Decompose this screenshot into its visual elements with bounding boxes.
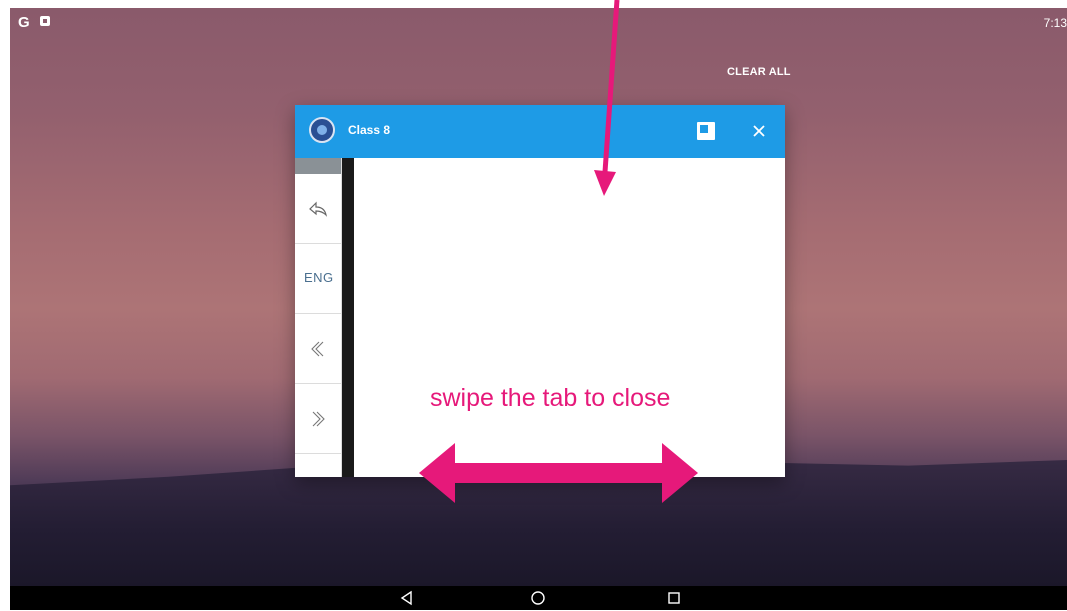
status-time: 7:13: [1043, 16, 1067, 30]
chevron-right-icon: [312, 411, 325, 427]
language-label: ENG: [304, 270, 334, 285]
close-icon: [753, 125, 765, 137]
recents-icon: [668, 592, 680, 604]
recents-button[interactable]: [666, 590, 682, 606]
recent-app-card[interactable]: Class 8 ENG: [295, 105, 785, 477]
sidebar-top-bar: [295, 158, 341, 174]
reply-button[interactable]: [295, 174, 341, 244]
app-sidebar: ENG: [295, 158, 342, 477]
close-app-button[interactable]: [747, 119, 771, 143]
next-button[interactable]: [295, 384, 341, 454]
app-content-area: [354, 158, 785, 477]
home-button[interactable]: [530, 590, 546, 606]
app-title: Class 8: [348, 123, 391, 137]
status-bar: G 7:13: [10, 8, 1067, 34]
app-logo-icon: [309, 117, 335, 143]
swipe-instruction-text: swipe the tab to close: [430, 384, 671, 412]
language-button[interactable]: ENG: [295, 244, 341, 314]
chevron-left-icon: [311, 341, 324, 357]
previous-button[interactable]: [295, 314, 341, 384]
reply-icon: [309, 201, 327, 217]
home-icon: [531, 591, 545, 605]
back-icon: [400, 590, 412, 606]
navigation-bar: [10, 586, 1067, 610]
google-g-icon: G: [18, 14, 30, 31]
back-button[interactable]: [399, 590, 415, 606]
clear-all-button[interactable]: CLEAR ALL: [727, 66, 791, 78]
multi-window-button[interactable]: [697, 122, 715, 140]
notification-icon: [40, 16, 50, 26]
app-card-header: Class 8: [295, 105, 785, 158]
sidebar-divider: [342, 158, 354, 477]
